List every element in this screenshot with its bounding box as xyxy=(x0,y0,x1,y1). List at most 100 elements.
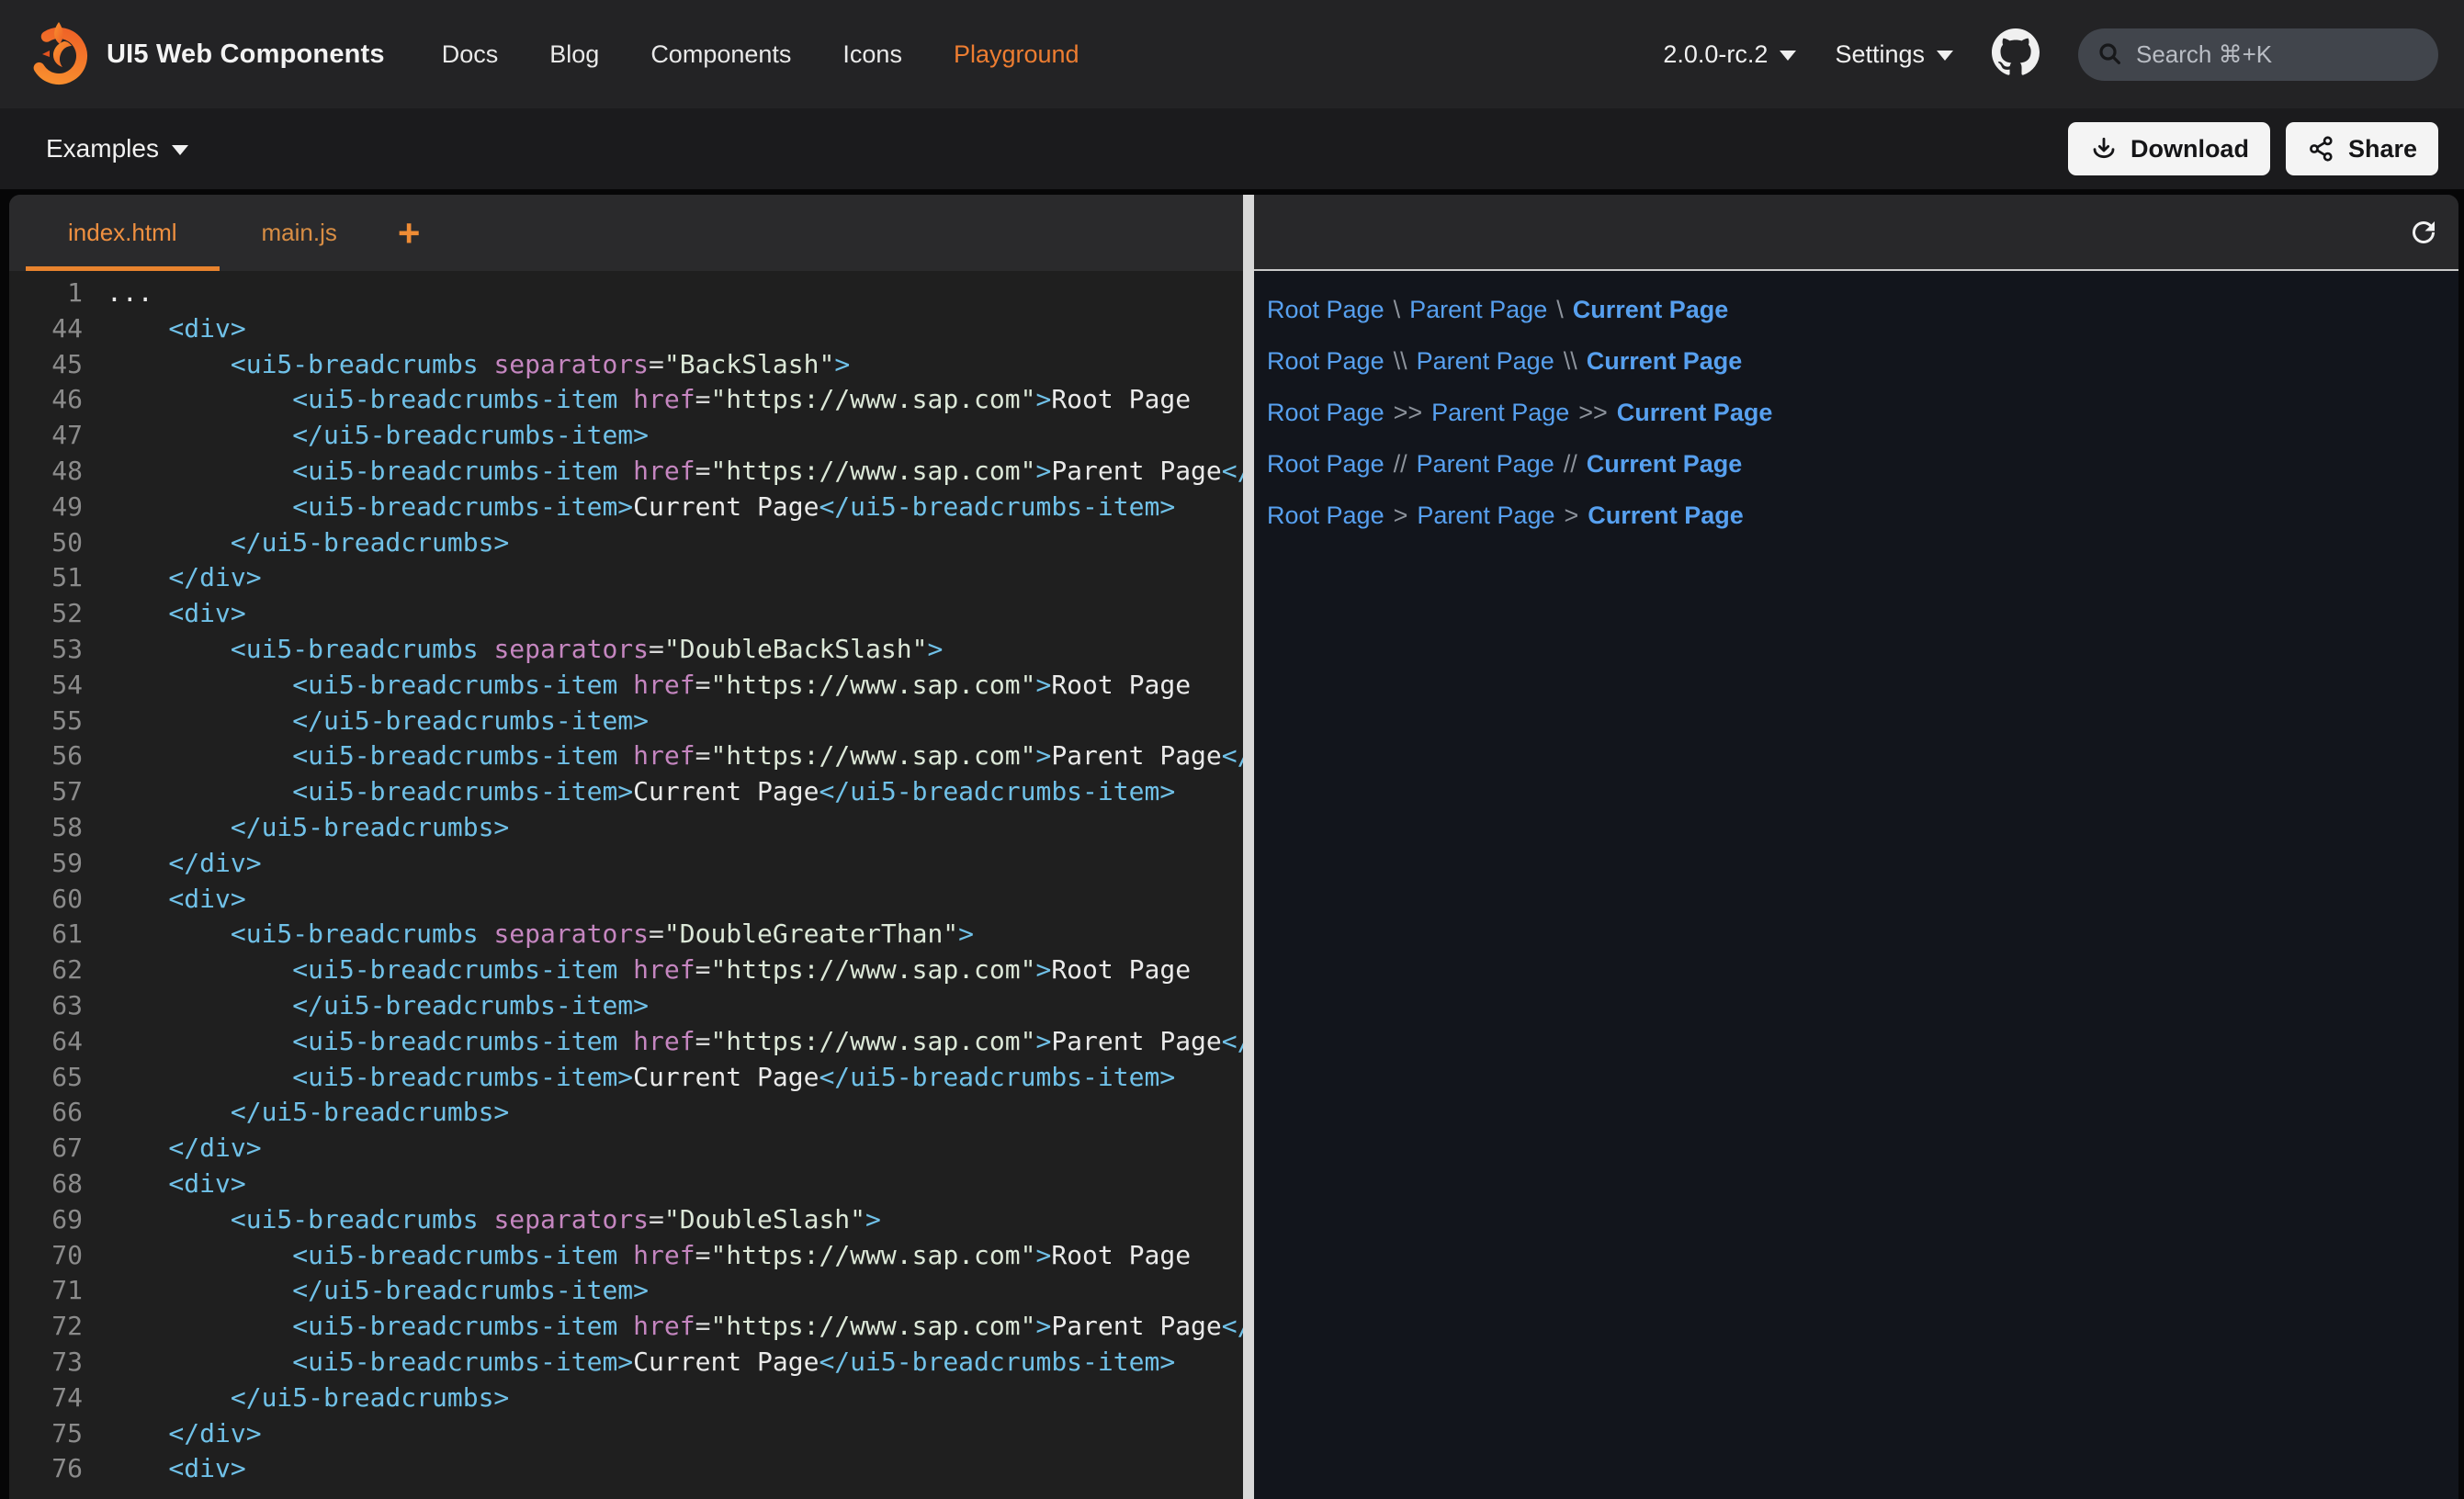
download-icon xyxy=(2089,134,2119,163)
breadcrumb-separator: \ xyxy=(1394,296,1401,323)
breadcrumb-link[interactable]: Parent Page xyxy=(1417,502,1554,529)
code-line: 46 <ui5-breadcrumbs-item href="https://w… xyxy=(9,382,1243,418)
nav-item-playground[interactable]: Playground xyxy=(954,40,1079,69)
line-number: 73 xyxy=(9,1345,83,1381)
refresh-button[interactable] xyxy=(2407,216,2440,249)
nav-item-blog[interactable]: Blog xyxy=(549,40,599,69)
breadcrumb-link[interactable]: Parent Page xyxy=(1431,399,1569,426)
breadcrumb-link[interactable]: Root Page xyxy=(1267,450,1385,478)
code-line: 66 </ui5-breadcrumbs> xyxy=(9,1095,1243,1131)
examples-label: Examples xyxy=(46,134,159,163)
add-tab-button[interactable]: + xyxy=(385,195,434,271)
breadcrumb-row: Root Page//Parent Page//Current Page xyxy=(1267,438,2458,490)
code-editor[interactable]: 1...44 <div>45 <ui5-breadcrumbs separato… xyxy=(9,271,1243,1499)
editor-pane: index.htmlmain.js+ 1...44 <div>45 <ui5-b… xyxy=(9,195,1243,1499)
line-code: <ui5-breadcrumbs-item href="https://www.… xyxy=(83,1309,1243,1345)
playground-page: UI5 Web Components Docs Blog Components Ico… xyxy=(0,0,2464,1499)
settings-dropdown[interactable]: Settings xyxy=(1835,40,1953,69)
code-line: 57 <ui5-breadcrumbs-item>Current Page</u… xyxy=(9,774,1243,810)
line-number: 63 xyxy=(9,988,83,1024)
line-number: 75 xyxy=(9,1416,83,1452)
line-number: 54 xyxy=(9,668,83,704)
line-code: <ui5-breadcrumbs separators="DoubleBackS… xyxy=(83,632,1243,668)
code-line: 69 <ui5-breadcrumbs separators="DoubleSl… xyxy=(9,1202,1243,1238)
code-line: 70 <ui5-breadcrumbs-item href="https://w… xyxy=(9,1238,1243,1274)
code-line: 76 <div> xyxy=(9,1451,1243,1487)
pane-splitter-handle[interactable] xyxy=(1243,195,1254,1499)
nav-item-docs[interactable]: Docs xyxy=(442,40,499,69)
line-number: 48 xyxy=(9,454,83,490)
breadcrumb-current: Current Page xyxy=(1587,347,1743,375)
breadcrumb-link[interactable]: Root Page xyxy=(1267,399,1385,426)
line-number: 60 xyxy=(9,882,83,918)
code-line: 75 </div> xyxy=(9,1416,1243,1452)
line-code: </div> xyxy=(83,1131,1243,1167)
line-code: </ui5-breadcrumbs-item> xyxy=(83,988,1243,1024)
line-number: 74 xyxy=(9,1381,83,1416)
breadcrumb-link[interactable]: Root Page xyxy=(1267,347,1385,375)
main-nav: Docs Blog Components Icons Playground xyxy=(442,40,1079,69)
breadcrumb-link[interactable]: Parent Page xyxy=(1417,347,1554,375)
code-line: 74 </ui5-breadcrumbs> xyxy=(9,1381,1243,1416)
code-line: 47 </ui5-breadcrumbs-item> xyxy=(9,418,1243,454)
line-number: 56 xyxy=(9,738,83,774)
line-code: <ui5-breadcrumbs-item href="https://www.… xyxy=(83,382,1243,418)
search-input[interactable] xyxy=(2136,40,2444,69)
line-number: 49 xyxy=(9,490,83,525)
nav-item-icons[interactable]: Icons xyxy=(842,40,902,69)
code-line: 50 </ui5-breadcrumbs> xyxy=(9,525,1243,561)
chevron-down-icon xyxy=(1780,51,1796,61)
breadcrumb-current: Current Page xyxy=(1588,502,1744,529)
code-line: 67 </div> xyxy=(9,1131,1243,1167)
tab-index-html[interactable]: index.html xyxy=(26,195,220,271)
code-line: 60 <div> xyxy=(9,882,1243,918)
line-code: <ui5-breadcrumbs-item href="https://www.… xyxy=(83,952,1243,988)
tab-main-js[interactable]: main.js xyxy=(220,195,379,271)
code-line: 72 <ui5-breadcrumbs-item href="https://w… xyxy=(9,1309,1243,1345)
breadcrumb-separator: >> xyxy=(1578,399,1608,426)
line-code: <div> xyxy=(83,1167,1243,1202)
line-code: <ui5-breadcrumbs-item href="https://www.… xyxy=(83,1238,1243,1274)
nav-item-components[interactable]: Components xyxy=(650,40,791,69)
breadcrumb-link[interactable]: Parent Page xyxy=(1409,296,1547,323)
line-number: 61 xyxy=(9,917,83,952)
chevron-down-icon xyxy=(172,145,188,155)
line-number: 71 xyxy=(9,1273,83,1309)
breadcrumb-separator: // xyxy=(1564,450,1577,478)
line-number: 66 xyxy=(9,1095,83,1131)
line-number: 76 xyxy=(9,1451,83,1487)
code-line: 58 </ui5-breadcrumbs> xyxy=(9,810,1243,846)
line-number: 57 xyxy=(9,774,83,810)
breadcrumb-link[interactable]: Root Page xyxy=(1267,296,1385,323)
line-code: </ui5-breadcrumbs-item> xyxy=(83,704,1243,739)
download-button[interactable]: Download xyxy=(2068,122,2270,175)
line-code: <ui5-breadcrumbs-item>Current Page</ui5-… xyxy=(83,1345,1243,1381)
line-code: <ui5-breadcrumbs-item>Current Page</ui5-… xyxy=(83,1060,1243,1096)
preview-pane: Root Page\Parent Page\Current PageRoot P… xyxy=(1254,195,2458,1499)
code-line: 73 <ui5-breadcrumbs-item>Current Page</u… xyxy=(9,1345,1243,1381)
breadcrumb-link[interactable]: Parent Page xyxy=(1417,450,1554,478)
version-label: 2.0.0-rc.2 xyxy=(1663,40,1768,69)
examples-dropdown[interactable]: Examples xyxy=(46,134,188,163)
share-button[interactable]: Share xyxy=(2286,122,2438,175)
line-code: <div> xyxy=(83,311,1243,347)
brand[interactable]: UI5 Web Components xyxy=(26,19,385,90)
breadcrumb-separator: > xyxy=(1394,502,1408,529)
line-number: 64 xyxy=(9,1024,83,1060)
line-number: 69 xyxy=(9,1202,83,1238)
github-link[interactable] xyxy=(1992,28,2040,81)
code-line: 59 </div> xyxy=(9,846,1243,882)
line-number: 1 xyxy=(9,276,83,311)
line-number: 45 xyxy=(9,347,83,383)
code-line: 45 <ui5-breadcrumbs separators="BackSlas… xyxy=(9,347,1243,383)
line-number: 52 xyxy=(9,596,83,632)
line-number: 62 xyxy=(9,952,83,988)
breadcrumb-separator: >> xyxy=(1394,399,1423,426)
breadcrumb-row: Root Page>>Parent Page>>Current Page xyxy=(1267,387,2458,438)
line-code: <ui5-breadcrumbs separators="DoubleSlash… xyxy=(83,1202,1243,1238)
breadcrumb-link[interactable]: Root Page xyxy=(1267,502,1385,529)
preview-toolbar xyxy=(1254,195,2458,271)
line-number: 55 xyxy=(9,704,83,739)
breadcrumb-separator: \ xyxy=(1556,296,1564,323)
version-dropdown[interactable]: 2.0.0-rc.2 xyxy=(1663,40,1796,69)
